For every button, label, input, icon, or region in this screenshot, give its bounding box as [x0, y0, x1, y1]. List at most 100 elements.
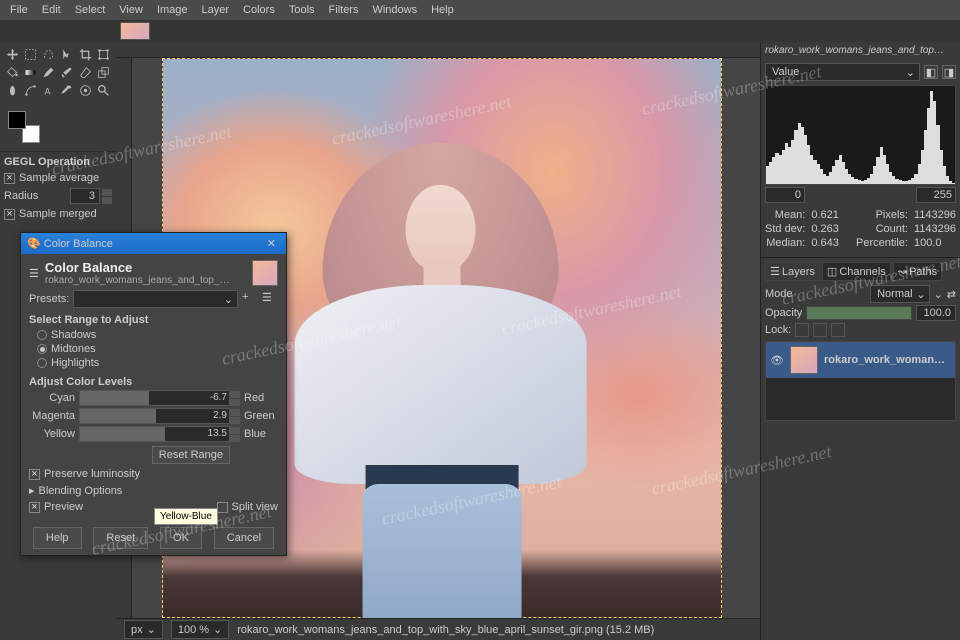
lock-label: Lock:: [765, 324, 791, 336]
histogram-log-icon[interactable]: ◨: [942, 65, 956, 79]
mode-switch-icon2[interactable]: ⇄: [947, 288, 956, 301]
measure-tool-icon[interactable]: [77, 82, 94, 99]
zoom-selector[interactable]: 100 %⌄: [171, 620, 229, 639]
cyan-label: Cyan: [29, 392, 79, 404]
lock-alpha-icon[interactable]: [831, 323, 845, 337]
histogram-max-input[interactable]: [916, 187, 956, 203]
cyan-red-spinner[interactable]: [230, 391, 240, 406]
histogram[interactable]: [765, 85, 956, 185]
dialog-titlebar[interactable]: 🎨 Color Balance ✕: [21, 233, 286, 254]
tab-layers[interactable]: ☰Layers: [765, 262, 820, 281]
blending-options-expander[interactable]: ▸Blending Options: [29, 482, 278, 499]
tool-options-panel: GEGL Operation Sample average Radius Sam…: [0, 151, 116, 226]
layer-thumbnail: [790, 346, 818, 374]
ruler-horizontal[interactable]: [116, 42, 760, 58]
mode-switch-icon[interactable]: ⌄: [934, 288, 943, 301]
pencil-tool-icon[interactable]: [40, 64, 57, 81]
help-button[interactable]: Help: [33, 527, 82, 549]
cancel-button[interactable]: Cancel: [214, 527, 274, 549]
split-view-checkbox[interactable]: Split view: [217, 499, 278, 515]
dialog-subtitle: rokaro_work_womans_jeans_and_top_with_..…: [45, 275, 235, 286]
magenta-green-spinner[interactable]: [230, 409, 240, 424]
menu-file[interactable]: File: [4, 2, 34, 18]
radius-spinner[interactable]: [102, 189, 112, 204]
radio-highlights[interactable]: Highlights: [29, 356, 278, 370]
gegl-title: GEGL Operation: [4, 156, 112, 170]
path-tool-icon[interactable]: [22, 82, 39, 99]
preview-checkbox[interactable]: Preview: [29, 499, 83, 515]
lock-position-icon[interactable]: [813, 323, 827, 337]
presets-select[interactable]: [73, 290, 238, 308]
bucket-fill-icon[interactable]: [4, 64, 21, 81]
add-preset-icon[interactable]: +: [242, 291, 258, 307]
opacity-slider[interactable]: [806, 306, 912, 320]
opacity-value[interactable]: 100.0: [916, 305, 956, 321]
radius-label: Radius: [4, 190, 38, 202]
menu-image[interactable]: Image: [151, 2, 194, 18]
presets-label: Presets:: [29, 293, 69, 305]
dialog-window-title: Color Balance: [44, 238, 113, 250]
fuzzy-select-icon[interactable]: [58, 46, 75, 63]
image-tab-thumbnail[interactable]: [120, 22, 150, 40]
histogram-section: Value ◧ ◨ Mean:0.621 Pixels:1143296 Std …: [761, 59, 960, 257]
lock-pixels-icon[interactable]: [795, 323, 809, 337]
layer-visibility-icon[interactable]: 👁: [770, 354, 784, 367]
color-picker-icon[interactable]: [58, 82, 75, 99]
layer-row[interactable]: 👁 rokaro_work_womans_j...: [766, 342, 955, 378]
menu-help[interactable]: Help: [425, 2, 460, 18]
green-label: Green: [240, 410, 278, 422]
fg-bg-colors[interactable]: [0, 103, 116, 151]
menu-select[interactable]: Select: [69, 2, 112, 18]
yellow-blue-slider[interactable]: 13.5: [79, 426, 230, 442]
preset-menu-icon[interactable]: ☰: [262, 291, 278, 307]
menu-windows[interactable]: Windows: [366, 2, 423, 18]
free-select-icon[interactable]: [40, 46, 57, 63]
zoom-tool-icon[interactable]: [95, 82, 112, 99]
smudge-tool-icon[interactable]: [4, 82, 21, 99]
gradient-tool-icon[interactable]: [22, 64, 39, 81]
sample-merged-checkbox[interactable]: Sample merged: [4, 206, 112, 222]
preserve-luminosity-checkbox[interactable]: Preserve luminosity: [29, 466, 278, 482]
histogram-min-input[interactable]: [765, 187, 805, 203]
dockable-tabs: ☰Layers ◫Channels ↝Paths Mode Normal ⌄ ⇄…: [761, 257, 960, 640]
transform-tool-icon[interactable]: [95, 46, 112, 63]
menu-view[interactable]: View: [113, 2, 149, 18]
radius-input[interactable]: [70, 188, 100, 204]
unit-selector[interactable]: px⌄: [124, 620, 163, 639]
yellow-blue-spinner[interactable]: [230, 427, 240, 442]
tab-paths[interactable]: ↝Paths: [893, 262, 942, 281]
menu-layer[interactable]: Layer: [196, 2, 236, 18]
slider-tooltip: Yellow-Blue: [154, 508, 218, 525]
sample-average-checkbox[interactable]: Sample average: [4, 170, 112, 186]
histogram-linear-icon[interactable]: ◧: [924, 65, 938, 79]
ok-button[interactable]: OK: [160, 527, 202, 549]
dialog-title: Color Balance: [45, 260, 235, 275]
paintbrush-icon[interactable]: [58, 64, 75, 81]
eraser-tool-icon[interactable]: [77, 64, 94, 81]
close-icon[interactable]: ✕: [263, 237, 280, 250]
text-tool-icon[interactable]: A: [40, 82, 57, 99]
crop-tool-icon[interactable]: [77, 46, 94, 63]
status-bar: px⌄ 100 %⌄ rokaro_work_womans_jeans_and_…: [116, 618, 760, 640]
cyan-red-slider[interactable]: -6.7: [79, 390, 230, 406]
menu-tools[interactable]: Tools: [283, 2, 321, 18]
rect-select-icon[interactable]: [22, 46, 39, 63]
menu-filters[interactable]: Filters: [323, 2, 365, 18]
radio-shadows[interactable]: Shadows: [29, 328, 278, 342]
range-section-label: Select Range to Adjust: [29, 314, 278, 326]
layer-name[interactable]: rokaro_work_womans_j...: [824, 354, 951, 366]
reset-range-button[interactable]: Reset Range: [152, 446, 230, 464]
fg-color-swatch[interactable]: [8, 111, 26, 129]
radio-midtones[interactable]: Midtones: [29, 342, 278, 356]
yellow-label: Yellow: [29, 428, 79, 440]
menu-colors[interactable]: Colors: [237, 2, 281, 18]
clone-tool-icon[interactable]: [95, 64, 112, 81]
move-tool-icon[interactable]: [4, 46, 21, 63]
blend-mode-select[interactable]: Normal: [870, 285, 929, 303]
magenta-green-slider[interactable]: 2.9: [79, 408, 230, 424]
menu-edit[interactable]: Edit: [36, 2, 67, 18]
tab-channels[interactable]: ◫Channels: [822, 262, 891, 281]
histogram-channel-select[interactable]: Value: [765, 63, 920, 81]
toolbox: A: [0, 42, 116, 103]
reset-button[interactable]: Reset: [93, 527, 148, 549]
